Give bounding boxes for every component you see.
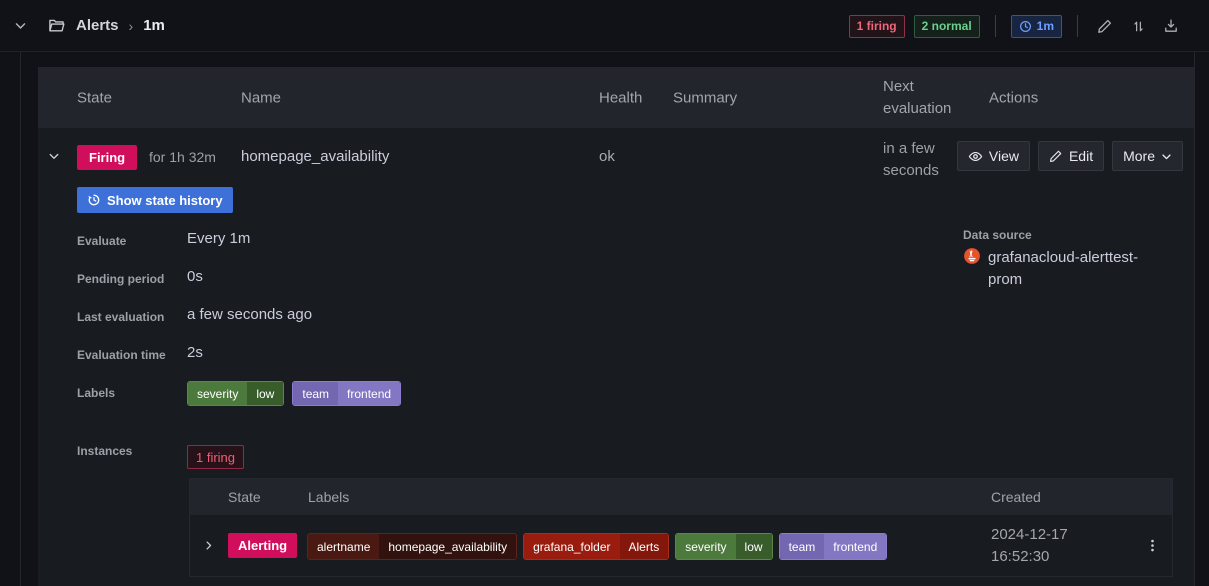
label-value: frontend xyxy=(824,534,887,559)
instance-labels: alertname homepage_availability grafana_… xyxy=(307,533,888,560)
labels-label: Labels xyxy=(77,386,116,400)
prometheus-icon xyxy=(963,247,981,291)
label-chip-severity[interactable]: severity low xyxy=(187,381,285,406)
app-header: Alerts › 1m 1 firing 2 normal 1m xyxy=(0,0,1209,52)
header-next-evaluation: Next evaluation xyxy=(883,77,952,117)
evaluation-time-label: Evaluation time xyxy=(77,348,166,362)
evaluation-interval-badge[interactable]: 1m xyxy=(1010,14,1062,38)
header-name: Name xyxy=(241,89,282,106)
interval-label: 1m xyxy=(1036,19,1054,33)
label-value: Alerts xyxy=(619,534,669,559)
instance-created: 2024-12-17 16:52:30 xyxy=(991,526,1068,565)
label-chip-severity[interactable]: severity low xyxy=(675,533,773,560)
label-value: frontend xyxy=(338,382,401,405)
evaluation-time-value: 2s xyxy=(187,344,203,361)
expand-chevron-right-icon[interactable] xyxy=(196,533,220,557)
edit-button[interactable]: Edit xyxy=(1037,141,1105,171)
data-source-label: Data source xyxy=(963,228,1032,242)
view-button-label: View xyxy=(988,148,1019,164)
rule-table-header: State Name Health Summary Next evaluatio… xyxy=(38,67,1194,128)
header-health: Health xyxy=(599,89,643,106)
label-key: team xyxy=(779,534,825,559)
history-icon xyxy=(87,193,101,207)
instance-state-label: Alerting xyxy=(238,538,288,553)
data-source-block: Data source grafanacloud-alerttest-prom xyxy=(963,228,1158,291)
normal-count-badge[interactable]: 2 normal xyxy=(913,14,980,38)
eye-icon xyxy=(968,149,983,164)
label-key: severity xyxy=(188,382,248,405)
pending-period-label: Pending period xyxy=(77,272,165,286)
health-value: ok xyxy=(599,148,615,165)
last-evaluation-value: a few seconds ago xyxy=(187,306,313,323)
edit-button-label: Edit xyxy=(1068,148,1094,164)
rule-group-container: State Name Health Summary Next evaluatio… xyxy=(20,52,1195,586)
instances-table-header: State Labels Created xyxy=(190,479,1172,515)
instances-header-state: State xyxy=(228,489,261,505)
evaluate-value: Every 1m xyxy=(187,230,251,247)
view-button[interactable]: View xyxy=(956,141,1030,171)
chevron-down-icon xyxy=(1161,151,1172,162)
last-evaluation-label: Last evaluation xyxy=(77,310,165,324)
folder-icon xyxy=(44,14,68,38)
instances-header-labels: Labels xyxy=(308,489,350,505)
instance-row: Alerting alertname homepage_availability… xyxy=(190,515,1172,576)
header-state: State xyxy=(77,89,113,106)
label-key: team xyxy=(293,382,339,405)
label-value: low xyxy=(735,534,772,559)
label-chip-team[interactable]: team frontend xyxy=(292,381,402,406)
label-chip-grafana-folder[interactable]: grafana_folder Alerts xyxy=(523,533,670,560)
instances-header-created: Created xyxy=(991,489,1041,505)
instances-firing-badge: 1 firing xyxy=(187,445,245,469)
clock-icon xyxy=(1019,20,1032,33)
pencil-icon xyxy=(1049,149,1063,163)
firing-duration: for 1h 32m xyxy=(149,149,216,165)
normal-count-label: 2 normal xyxy=(921,19,972,33)
label-key: grafana_folder xyxy=(524,534,620,559)
pending-period-value: 0s xyxy=(187,268,203,285)
instance-state-badge: Alerting xyxy=(228,533,298,558)
instances-label: Instances xyxy=(77,444,133,458)
more-button-label: More xyxy=(1123,148,1155,164)
firing-count-label: 1 firing xyxy=(856,19,897,33)
evaluate-label: Evaluate xyxy=(77,234,127,248)
header-summary: Summary xyxy=(673,89,738,106)
kebab-menu-icon[interactable] xyxy=(1140,533,1164,557)
breadcrumb-folder-link[interactable]: Alerts xyxy=(76,17,119,34)
divider xyxy=(994,15,996,37)
breadcrumb-separator: › xyxy=(128,17,134,34)
collapse-chevron-down-icon[interactable] xyxy=(42,144,66,168)
header-actions: 1 firing 2 normal 1m xyxy=(848,0,1183,52)
breadcrumb: Alerts › 1m xyxy=(0,14,165,38)
label-chip-team[interactable]: team frontend xyxy=(778,533,888,560)
show-state-history-label: Show state history xyxy=(107,192,223,208)
instances-firing-label: 1 firing xyxy=(196,449,236,465)
header-actions: Actions xyxy=(989,89,1039,106)
row-actions: View Edit More xyxy=(956,141,1183,171)
state-badge: Firing xyxy=(77,145,138,170)
show-state-history-button[interactable]: Show state history xyxy=(77,187,233,213)
rule-name: homepage_availability xyxy=(241,148,390,165)
breadcrumb-current: 1m xyxy=(143,17,165,34)
rule-labels: severity low team frontend xyxy=(187,381,402,406)
menu-chevron-down-icon[interactable] xyxy=(8,14,32,38)
state-badge-label: Firing xyxy=(89,150,126,165)
instances-table: State Labels Created Alerting alertname … xyxy=(189,478,1173,577)
firing-count-badge[interactable]: 1 firing xyxy=(848,14,905,38)
divider xyxy=(1077,15,1078,37)
label-value: low xyxy=(247,382,284,405)
rule-row-expanded: Firing for 1h 32m homepage_availability … xyxy=(38,128,1194,586)
label-key: severity xyxy=(676,534,736,559)
download-icon[interactable] xyxy=(1159,14,1183,38)
edit-pencil-icon[interactable] xyxy=(1093,14,1117,38)
next-evaluation-value: in a few seconds xyxy=(883,140,939,179)
swap-vertical-icon[interactable] xyxy=(1126,14,1150,38)
label-key: alertname xyxy=(308,534,380,559)
label-value: homepage_availability xyxy=(379,534,517,559)
label-chip-alertname[interactable]: alertname homepage_availability xyxy=(307,533,518,560)
more-button[interactable]: More xyxy=(1112,141,1183,171)
data-source-name[interactable]: grafanacloud-alerttest-prom xyxy=(988,247,1148,291)
